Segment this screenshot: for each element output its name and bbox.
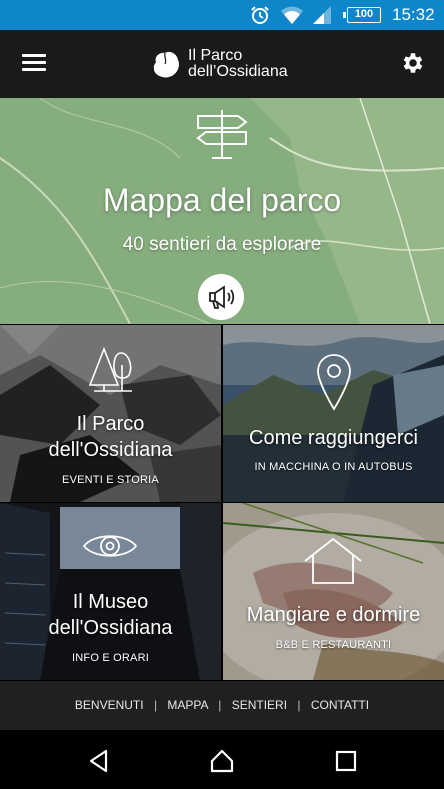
link-contatti[interactable]: CONTATTI — [311, 698, 369, 712]
tile-food-lodging[interactable]: Mangiare e dormire B&B E RESTAURANTI — [223, 503, 444, 680]
map-subtitle: 40 sentieri da esplorare — [122, 234, 322, 255]
tile-title: Mangiare e dormire — [223, 602, 444, 628]
tile-shade — [223, 325, 444, 502]
tile-shade — [223, 503, 444, 680]
link-separator: | — [218, 698, 222, 712]
tile-title-line1: Come raggiungerci — [249, 427, 418, 449]
tile-title: Come raggiungerci — [223, 425, 444, 451]
house-icon — [304, 537, 362, 584]
tile-directions[interactable]: Come raggiungerci IN MACCHINA O IN AUTOB… — [223, 325, 444, 502]
app-title-line1: Il Parco — [188, 47, 243, 64]
home-circle-icon[interactable] — [209, 748, 235, 774]
tile-title-line2: dell'Ossidiana — [48, 617, 173, 639]
audio-guide-button[interactable] — [198, 274, 244, 320]
megaphone-icon — [209, 285, 235, 309]
tile-subtitle: IN MACCHINA O IN AUTOBUS — [254, 461, 413, 473]
map-title: Mappa del parco — [102, 182, 342, 218]
battery-icon: 100 — [343, 7, 381, 23]
link-separator: | — [153, 698, 158, 712]
recents-square-icon[interactable] — [333, 748, 359, 774]
tile-title: Il Museo dell'Ossidiana — [0, 589, 221, 641]
link-sentieri[interactable]: SENTIERI — [232, 698, 287, 712]
clock-time: 15:32 — [392, 5, 435, 24]
tile-museum[interactable]: Il Museo dell'Ossidiana INFO E ORARI — [0, 503, 221, 680]
alarm-clock-icon — [251, 6, 269, 24]
tile-subtitle: INFO E ORARI — [72, 652, 149, 664]
app-title: Il Parco dell’Ossidiana — [188, 48, 288, 80]
signal-icon — [313, 6, 331, 24]
footer-links: BENVENUTI | MAPPA | SENTIERI | CONTATTI — [0, 681, 444, 730]
tile-subtitle: EVENTI E STORIA — [62, 474, 159, 486]
system-nav-bar — [0, 730, 444, 789]
status-bar: 100 15:32 — [0, 0, 444, 30]
tile-title-line1: Mangiare e dormire — [246, 604, 421, 626]
obsidian-stone-icon — [153, 51, 179, 78]
wifi-icon — [281, 6, 303, 24]
app-bar: Il Parco dell’Ossidiana — [0, 30, 444, 98]
map-pin-icon — [317, 354, 351, 411]
signpost-icon — [196, 110, 248, 159]
link-benvenuti[interactable]: BENVENUTI — [75, 698, 144, 712]
tile-title-line2: dell'Ossidiana — [48, 439, 173, 461]
tile-subtitle: B&B E RESTAURANTI — [275, 639, 392, 651]
tile-title-line1: Il Parco — [76, 413, 145, 435]
link-mappa[interactable]: MAPPA — [167, 698, 207, 712]
park-map-banner[interactable]: Mappa del parco 40 sentieri da esplorare — [0, 98, 444, 324]
hamburger-menu-icon[interactable] — [22, 52, 48, 74]
trees-icon — [88, 346, 132, 392]
tile-park[interactable]: Il Parco dell'Ossidiana EVENTI E STORIA — [0, 325, 221, 502]
app-title-line2: dell’Ossidiana — [188, 63, 288, 80]
tile-title: Il Parco dell'Ossidiana — [0, 411, 221, 463]
tile-title-line1: Il Museo — [72, 591, 149, 613]
eye-icon — [82, 535, 138, 557]
link-separator: | — [297, 698, 301, 712]
gear-icon[interactable] — [400, 50, 426, 76]
back-triangle-icon[interactable] — [86, 748, 112, 774]
